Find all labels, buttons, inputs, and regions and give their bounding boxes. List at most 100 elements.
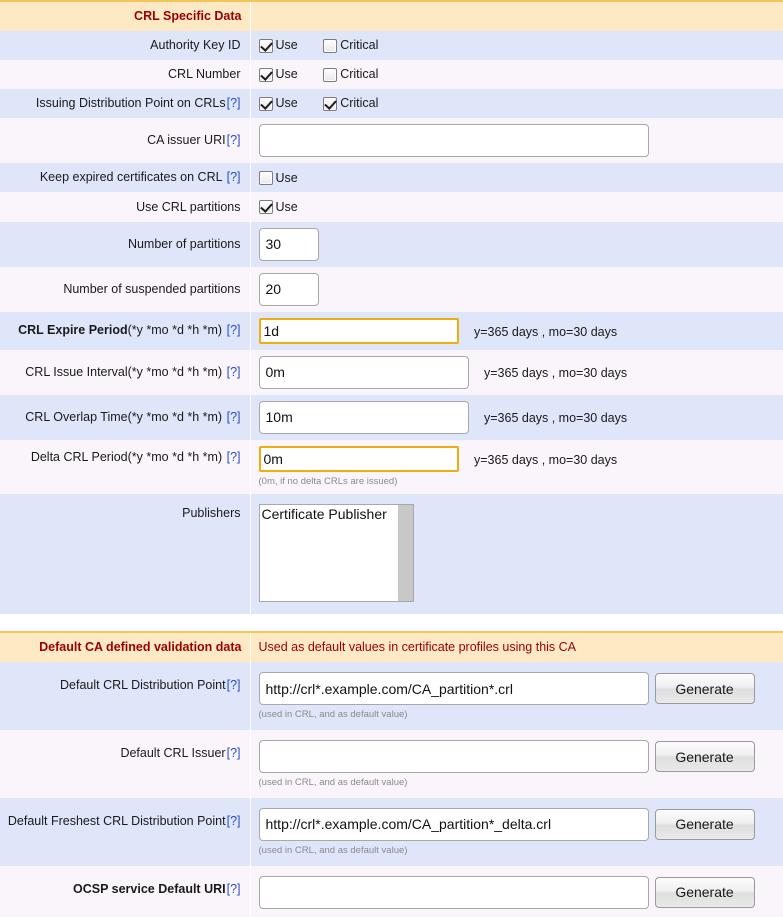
keep-expired-use-label: Use	[275, 170, 298, 185]
field-ocsp-service-default-uri: Generate	[250, 865, 783, 917]
delta-crl-period-input[interactable]	[258, 445, 459, 472]
label-issuing-distribution-point: Issuing Distribution Point on CRLs[?]	[0, 89, 251, 119]
use-partitions-use-label: Use	[275, 199, 298, 214]
crl-overlap-time-input[interactable]	[258, 400, 469, 434]
row-ca-issuer-uri: CA issuer URI[?]	[0, 118, 783, 164]
crl-number-use-checkbox[interactable]	[258, 67, 273, 82]
field-crl-expire-period: y=365 days , mo=30 days	[250, 311, 783, 350]
label-ocsp-default-uri-text: OCSP service Default URI	[72, 881, 226, 896]
keep-expired-use-wrap[interactable]: Use	[258, 170, 298, 187]
row-number-of-partitions: Number of partitions	[0, 221, 783, 267]
crl-issue-interval-input[interactable]	[258, 355, 469, 389]
label-crl-expire-period: CRL Expire Period(*y *mo *d *h *m) [?]	[0, 311, 251, 350]
authority-key-id-critical-checkbox[interactable]	[323, 38, 338, 53]
help-link-crl-issue-interval[interactable]: [?]	[227, 365, 241, 379]
label-crl-issue-interval-text: CRL Issue Interval(*y *mo *d *h *m)	[25, 364, 223, 379]
row-keep-expired-certificates: Keep expired certificates on CRL [?] Use	[0, 163, 783, 193]
issuing-dp-use-wrap[interactable]: Use	[258, 95, 298, 112]
default-crl-issuer-input[interactable]	[258, 740, 649, 774]
sub-note-default-crl-dp: (used in CRL, and as default value)	[258, 709, 408, 721]
help-link-ocsp-default-uri[interactable]: [?]	[227, 882, 241, 896]
use-partitions-use-wrap[interactable]: Use	[258, 199, 298, 216]
row-publishers: Publishers Certificate Publisher	[0, 494, 783, 615]
label-publishers: Publishers	[0, 494, 251, 615]
unit-note-crl-issue-interval: y=365 days , mo=30 days	[483, 366, 628, 381]
field-delta-crl-period: y=365 days , mo=30 days (0m, if no delta…	[250, 439, 783, 495]
row-ocsp-service-default-uri: OCSP service Default URI[?] Generate	[0, 865, 783, 917]
help-link-issuing-distribution-point[interactable]: [?]	[227, 96, 241, 110]
help-link-crl-expire-period[interactable]: [?]	[227, 323, 241, 337]
default-crl-distribution-point-input[interactable]	[258, 672, 649, 706]
label-delta-crl-period: Delta CRL Period(*y *mo *d *h *m) [?]	[0, 439, 251, 495]
publishers-option-list[interactable]: Certificate Publisher	[260, 505, 397, 601]
generate-default-freshest-crl-dp-button[interactable]: Generate	[654, 808, 755, 840]
field-crl-issue-interval: y=365 days , mo=30 days	[250, 349, 783, 395]
publishers-listbox[interactable]: Certificate Publisher	[258, 504, 414, 603]
help-link-default-crl-dp[interactable]: [?]	[227, 678, 241, 692]
authority-key-id-critical-wrap[interactable]: Critical	[323, 37, 378, 54]
label-crl-expire-period-suffix: (*y *mo *d *h *m)	[127, 323, 223, 338]
field-crl-number: Use Critical	[250, 60, 783, 90]
label-number-of-partitions: Number of partitions	[0, 221, 251, 267]
row-crl-expire-period: CRL Expire Period(*y *mo *d *h *m) [?] y…	[0, 311, 783, 350]
field-keep-expired-certificates: Use	[250, 163, 783, 193]
issuing-dp-critical-label: Critical	[340, 96, 379, 111]
help-link-default-crl-issuer[interactable]: [?]	[227, 746, 241, 760]
default-freshest-crl-distribution-point-input[interactable]	[258, 807, 649, 841]
label-ca-issuer-uri: CA issuer URI[?]	[0, 118, 251, 164]
authority-key-id-use-checkbox[interactable]	[258, 38, 273, 53]
generate-default-crl-dp-button[interactable]: Generate	[654, 673, 755, 705]
row-issuing-distribution-point: Issuing Distribution Point on CRLs[?] Us…	[0, 89, 783, 119]
help-link-keep-expired[interactable]: [?]	[227, 170, 241, 184]
label-delta-crl-period-text: Delta CRL Period(*y *mo *d *h *m)	[30, 449, 223, 464]
issuing-dp-use-label: Use	[275, 96, 298, 111]
generate-ocsp-default-uri-button[interactable]: Generate	[654, 876, 755, 908]
generate-default-crl-issuer-button[interactable]: Generate	[654, 741, 755, 773]
publishers-scrollbar[interactable]	[396, 505, 413, 602]
issuing-dp-critical-checkbox[interactable]	[323, 96, 338, 111]
unit-note-crl-expire-period: y=365 days , mo=30 days	[473, 324, 618, 339]
keep-expired-use-checkbox[interactable]	[258, 171, 273, 185]
help-link-crl-overlap-time[interactable]: [?]	[227, 410, 241, 424]
row-delta-crl-period: Delta CRL Period(*y *mo *d *h *m) [?] y=…	[0, 439, 783, 495]
ocsp-service-default-uri-input[interactable]	[258, 875, 649, 909]
help-link-default-freshest-crl-dp[interactable]: [?]	[227, 814, 241, 828]
crl-number-critical-wrap[interactable]: Critical	[323, 66, 378, 83]
number-of-suspended-partitions-input[interactable]	[258, 272, 319, 306]
label-ocsp-service-default-uri: OCSP service Default URI[?]	[0, 865, 251, 917]
label-crl-number: CRL Number	[0, 60, 251, 90]
label-crl-overlap-time-text: CRL Overlap Time(*y *mo *d *h *m)	[25, 409, 223, 424]
crl-expire-period-input[interactable]	[258, 317, 459, 344]
issuing-dp-critical-wrap[interactable]: Critical	[323, 95, 378, 112]
number-of-partitions-input[interactable]	[258, 227, 319, 261]
label-default-crl-issuer-text: Default CRL Issuer	[120, 746, 226, 761]
label-default-crl-dp-text: Default CRL Distribution Point	[60, 678, 226, 693]
row-authority-key-id: Authority Key ID Use Critical	[0, 30, 783, 61]
section-header-crl-specific-data: CRL Specific Data	[0, 0, 783, 31]
issuing-dp-use-checkbox[interactable]	[258, 96, 273, 111]
row-crl-issue-interval: CRL Issue Interval(*y *mo *d *h *m) [?] …	[0, 349, 783, 395]
label-ca-issuer-uri-text: CA issuer URI	[147, 133, 226, 148]
help-link-delta-crl-period[interactable]: [?]	[227, 450, 241, 464]
label-authority-key-id: Authority Key ID	[0, 30, 251, 61]
authority-key-id-use-wrap[interactable]: Use	[258, 37, 298, 54]
section-spacer-left	[0, 614, 250, 633]
authority-key-id-use-label: Use	[275, 38, 298, 53]
label-default-freshest-crl-dp: Default Freshest CRL Distribution Point[…	[0, 797, 251, 866]
label-default-crl-issuer: Default CRL Issuer[?]	[0, 730, 251, 798]
crl-number-use-wrap[interactable]: Use	[258, 66, 298, 83]
help-link-ca-issuer-uri[interactable]: [?]	[227, 133, 241, 147]
sub-note-default-freshest-crl-dp: (used in CRL, and as default value)	[258, 844, 408, 856]
label-use-crl-partitions: Use CRL partitions	[0, 192, 251, 222]
section-title-crl: CRL Specific Data	[0, 0, 251, 31]
section-title-validation: Default CA defined validation data	[0, 631, 251, 663]
publishers-option[interactable]: Certificate Publisher	[262, 506, 397, 524]
use-partitions-use-checkbox[interactable]	[258, 200, 273, 215]
label-issuing-distribution-point-text: Issuing Distribution Point on CRLs	[35, 96, 226, 111]
unit-note-delta-crl-period: y=365 days , mo=30 days	[473, 452, 618, 467]
default-crl-dp-row: Generate	[258, 672, 780, 706]
field-default-crl-distribution-point: Generate (used in CRL, and as default va…	[250, 662, 783, 731]
crl-number-critical-checkbox[interactable]	[323, 67, 338, 82]
ca-issuer-uri-input[interactable]	[258, 124, 649, 158]
section-note-crl	[250, 0, 783, 31]
